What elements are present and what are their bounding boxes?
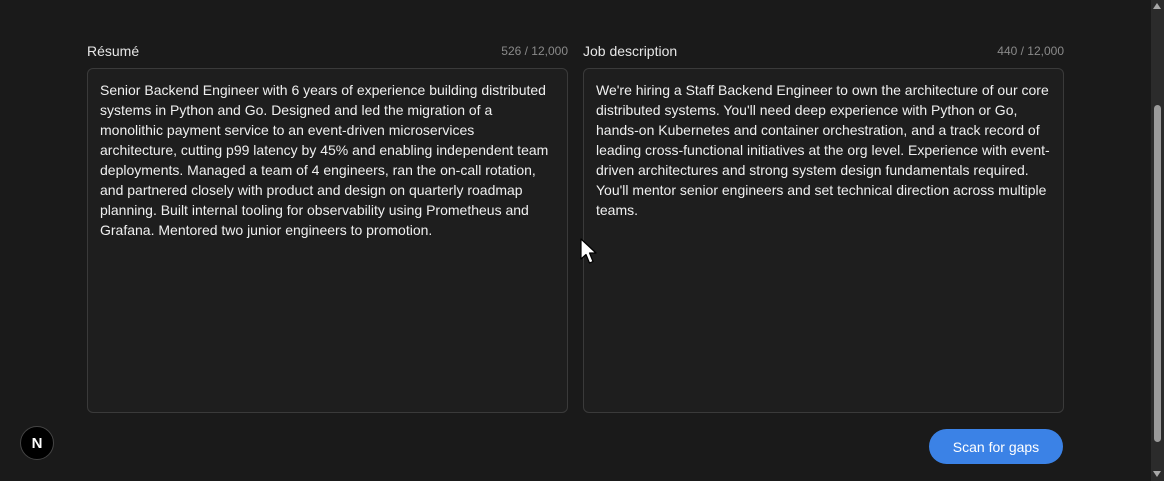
- job-description-label: Job description: [583, 43, 678, 59]
- job-description-char-count: 440 / 12,000: [997, 44, 1064, 58]
- vertical-scrollbar[interactable]: [1151, 0, 1164, 481]
- resume-header: Résumé 526 / 12,000: [87, 40, 568, 62]
- mouse-cursor-icon: [580, 238, 597, 264]
- page: Résumé 526 / 12,000 Senior Backend Engin…: [0, 0, 1164, 481]
- scroll-up-icon[interactable]: [1153, 3, 1161, 9]
- scrollbar-thumb[interactable]: [1154, 105, 1161, 442]
- resume-panel: Résumé 526 / 12,000 Senior Backend Engin…: [87, 40, 568, 413]
- n-logo-badge[interactable]: N: [20, 426, 54, 460]
- scan-for-gaps-button[interactable]: Scan for gaps: [929, 429, 1063, 464]
- n-logo-letter: N: [31, 434, 43, 452]
- resume-textarea[interactable]: Senior Backend Engineer with 6 years of …: [87, 68, 568, 413]
- resume-char-count: 526 / 12,000: [501, 44, 568, 58]
- job-description-header: Job description 440 / 12,000: [583, 40, 1064, 62]
- job-description-textarea[interactable]: We're hiring a Staff Backend Engineer to…: [583, 68, 1064, 413]
- scroll-down-icon[interactable]: [1153, 471, 1161, 477]
- job-description-panel: Job description 440 / 12,000 We're hirin…: [583, 40, 1064, 413]
- resume-label: Résumé: [87, 43, 140, 59]
